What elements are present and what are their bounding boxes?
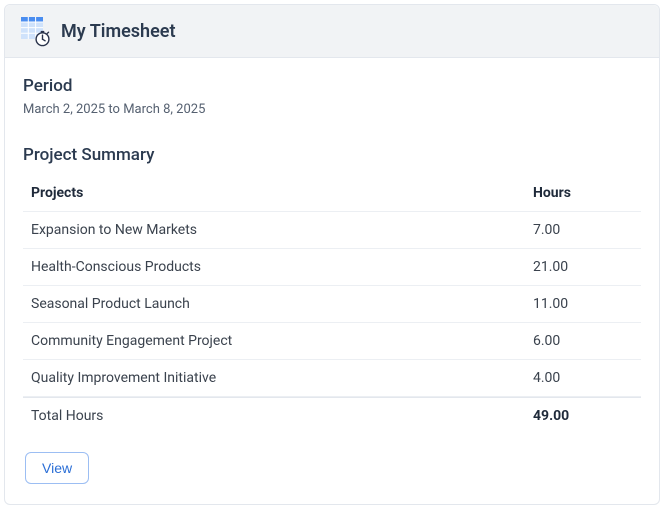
table-row: Quality Improvement Initiative 4.00	[23, 360, 641, 397]
table-row: Community Engagement Project 6.00	[23, 323, 641, 360]
table-row: Expansion to New Markets 7.00	[23, 212, 641, 249]
period-label: Period	[23, 76, 641, 96]
col-header-hours: Hours	[533, 185, 633, 201]
table-row: Seasonal Product Launch 11.00	[23, 286, 641, 323]
card-header: My Timesheet	[5, 5, 659, 58]
summary-title: Project Summary	[23, 145, 641, 165]
project-name: Seasonal Product Launch	[31, 296, 533, 312]
project-name: Expansion to New Markets	[31, 222, 533, 238]
project-name: Quality Improvement Initiative	[31, 370, 533, 386]
view-button[interactable]: View	[25, 452, 89, 484]
actions-bar: View	[23, 452, 641, 484]
stopwatch-icon	[34, 30, 51, 47]
total-hours: 49.00	[533, 408, 633, 424]
total-label: Total Hours	[31, 408, 533, 424]
page-title: My Timesheet	[61, 21, 176, 42]
project-name: Community Engagement Project	[31, 333, 533, 349]
project-summary-table: Projects Hours Expansion to New Markets …	[23, 175, 641, 434]
project-name: Health-Conscious Products	[31, 259, 533, 275]
col-header-projects: Projects	[31, 185, 533, 201]
project-hours: 6.00	[533, 333, 633, 349]
table-total-row: Total Hours 49.00	[23, 397, 641, 434]
project-hours: 4.00	[533, 370, 633, 386]
project-hours: 7.00	[533, 222, 633, 238]
timesheet-card: My Timesheet Period March 2, 2025 to Mar…	[4, 4, 660, 505]
project-hours: 11.00	[533, 296, 633, 312]
timesheet-icon	[21, 17, 49, 45]
card-body: Period March 2, 2025 to March 8, 2025 Pr…	[5, 58, 659, 504]
period-range: March 2, 2025 to March 8, 2025	[23, 102, 641, 117]
table-header-row: Projects Hours	[23, 175, 641, 212]
project-hours: 21.00	[533, 259, 633, 275]
table-row: Health-Conscious Products 21.00	[23, 249, 641, 286]
